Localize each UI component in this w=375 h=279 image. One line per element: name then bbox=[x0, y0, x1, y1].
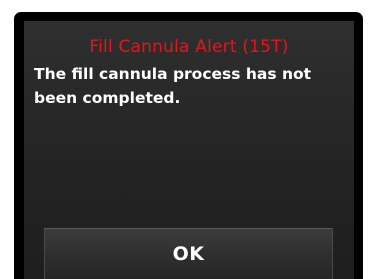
alert-screen: Fill Cannula Alert (15T) The fill cannul… bbox=[24, 21, 354, 279]
alert-message: The fill cannula process has not been co… bbox=[34, 65, 312, 107]
ok-button[interactable]: OK bbox=[44, 228, 333, 279]
device-frame: Fill Cannula Alert (15T) The fill cannul… bbox=[14, 12, 363, 279]
alert-title: Fill Cannula Alert (15T) bbox=[89, 37, 289, 57]
